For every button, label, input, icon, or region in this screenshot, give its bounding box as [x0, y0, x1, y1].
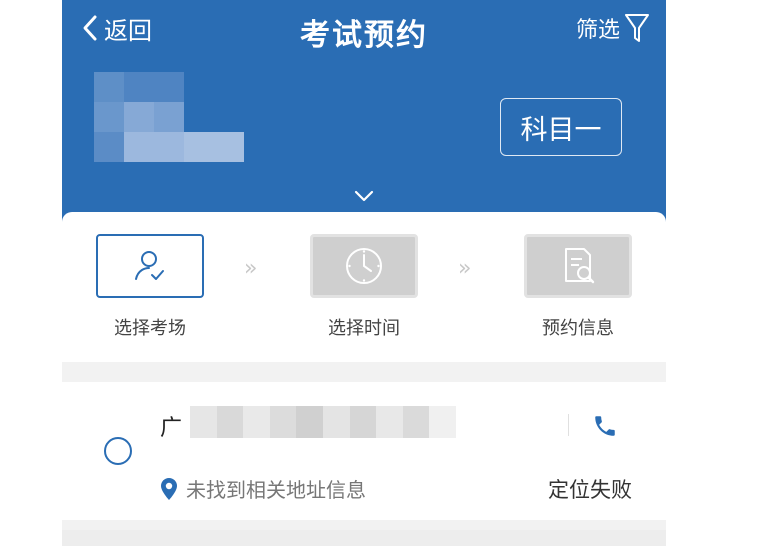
- divider: [568, 414, 569, 436]
- user-check-icon: [135, 251, 164, 280]
- expand-button[interactable]: [354, 188, 374, 207]
- filter-funnel-icon: [625, 14, 649, 42]
- step-icon-box: [310, 234, 418, 298]
- address-row: 未找到相关地址信息: [160, 474, 366, 503]
- list-divider: [62, 530, 666, 546]
- phone-icon: [595, 416, 615, 436]
- step-select-center[interactable]: 选择考场: [80, 234, 220, 340]
- step-arrow-icon: »: [458, 256, 472, 281]
- step-label: 选择考场: [114, 318, 186, 339]
- location-status-button[interactable]: 定位失败: [548, 474, 632, 504]
- document-search-icon: [565, 248, 595, 284]
- user-info-blurred: [94, 72, 244, 164]
- filter-button[interactable]: 筛选: [576, 10, 650, 46]
- app-screen: 返回 考试预约 筛选 科目一 选择考场 » 选择时间 » 预约信息 广 未找到相…: [62, 0, 666, 546]
- step-booking-info[interactable]: 预约信息: [508, 234, 648, 340]
- step-icon-box: [96, 234, 204, 298]
- header-panel: 返回 考试预约 筛选 科目一: [62, 0, 666, 222]
- step-label: 选择时间: [328, 318, 400, 339]
- booking-steps: 选择考场 » 选择时间 » 预约信息: [62, 212, 666, 362]
- exam-center-name: 广: [160, 416, 183, 441]
- select-radio[interactable]: [104, 437, 132, 465]
- address-text: 未找到相关地址信息: [186, 478, 366, 502]
- step-select-time[interactable]: 选择时间: [294, 234, 434, 340]
- step-label: 预约信息: [542, 318, 614, 339]
- clock-icon: [346, 248, 382, 284]
- exam-center-list-item[interactable]: 广 未找到相关地址信息 定位失败: [62, 382, 666, 520]
- filter-label: 筛选: [575, 18, 620, 43]
- exam-center-name-blurred: [190, 406, 456, 438]
- location-pin-icon: [161, 477, 177, 500]
- step-arrow-icon: »: [244, 256, 258, 281]
- top-nav-bar: 返回 考试预约 筛选: [62, 0, 666, 58]
- call-button[interactable]: [592, 412, 618, 444]
- step-icon-box: [524, 234, 632, 298]
- subject-selector-button[interactable]: 科目一: [500, 98, 622, 156]
- chevron-down-icon: [354, 190, 374, 202]
